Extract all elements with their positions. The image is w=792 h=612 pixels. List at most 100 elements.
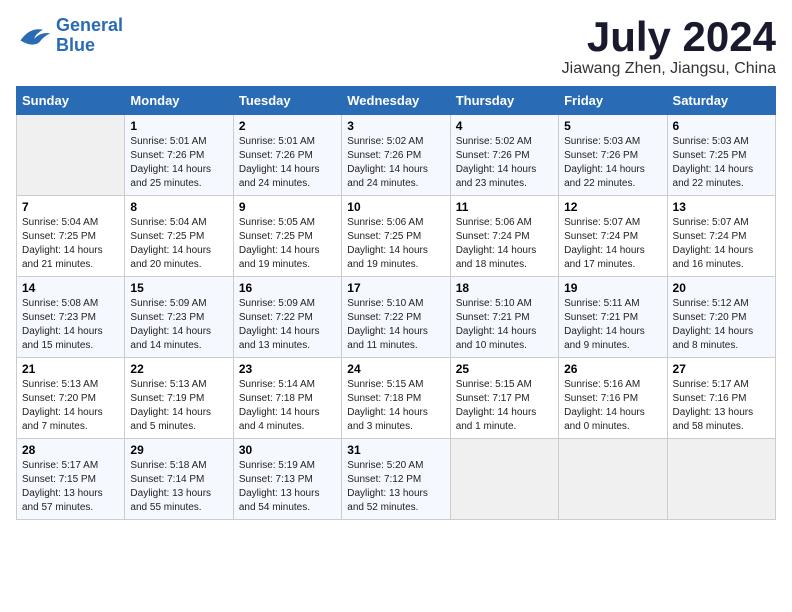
calendar-cell: 14Sunrise: 5:08 AM Sunset: 7:23 PM Dayli… xyxy=(17,277,125,358)
day-info: Sunrise: 5:03 AM Sunset: 7:26 PM Dayligh… xyxy=(564,135,661,191)
day-number: 28 xyxy=(22,443,119,457)
day-info: Sunrise: 5:07 AM Sunset: 7:24 PM Dayligh… xyxy=(673,216,770,272)
day-info: Sunrise: 5:15 AM Sunset: 7:17 PM Dayligh… xyxy=(456,378,553,434)
day-number: 1 xyxy=(130,119,227,133)
day-info: Sunrise: 5:19 AM Sunset: 7:13 PM Dayligh… xyxy=(239,459,336,515)
day-number: 23 xyxy=(239,362,336,376)
day-number: 22 xyxy=(130,362,227,376)
calendar-cell: 12 Sunrise: 5:07 AM Sunset: 7:24 PM Dayli… xyxy=(559,196,667,277)
day-number: 16 xyxy=(239,281,336,295)
header-saturday: Saturday xyxy=(667,87,775,115)
title-area: July 2024 Jiawang Zhen, Jiangsu, China xyxy=(562,16,776,78)
header-friday: Friday xyxy=(559,87,667,115)
calendar-cell: 8Sunrise: 5:04 AM Sunset: 7:25 PM Daylig… xyxy=(125,196,233,277)
calendar-cell xyxy=(667,439,775,520)
day-info: Sunrise: 5:16 AM Sunset: 7:16 PM Dayligh… xyxy=(564,378,661,434)
header-row: SundayMondayTuesdayWednesdayThursdayFrid… xyxy=(17,87,776,115)
calendar-cell: 27Sunrise: 5:17 AM Sunset: 7:16 PM Dayli… xyxy=(667,358,775,439)
day-number: 14 xyxy=(22,281,119,295)
calendar-cell: 19 Sunrise: 5:11 AM Sunset: 7:21 PM Dayli… xyxy=(559,277,667,358)
calendar-cell: 25 Sunrise: 5:15 AM Sunset: 7:17 PM Dayli… xyxy=(450,358,558,439)
calendar-cell: 28 Sunrise: 5:17 AM Sunset: 7:15 PM Dayli… xyxy=(17,439,125,520)
calendar-cell: 11 Sunrise: 5:06 AM Sunset: 7:24 PM Dayli… xyxy=(450,196,558,277)
logo: General Blue xyxy=(16,16,123,56)
calendar-row-4: 28 Sunrise: 5:17 AM Sunset: 7:15 PM Dayli… xyxy=(17,439,776,520)
day-info: Sunrise: 5:06 AM Sunset: 7:24 PM Dayligh… xyxy=(456,216,553,272)
calendar-row-0: 1Sunrise: 5:01 AM Sunset: 7:26 PM Daylig… xyxy=(17,115,776,196)
calendar-row-3: 21 Sunrise: 5:13 AM Sunset: 7:20 PM Dayli… xyxy=(17,358,776,439)
logo-icon xyxy=(16,22,52,50)
day-number: 21 xyxy=(22,362,119,376)
day-info: Sunrise: 5:09 AM Sunset: 7:22 PM Dayligh… xyxy=(239,297,336,353)
day-number: 20 xyxy=(673,281,770,295)
day-number: 19 xyxy=(564,281,661,295)
day-info: Sunrise: 5:04 AM Sunset: 7:25 PM Dayligh… xyxy=(22,216,119,272)
day-info: Sunrise: 5:10 AM Sunset: 7:22 PM Dayligh… xyxy=(347,297,444,353)
page-header: General Blue July 2024 Jiawang Zhen, Jia… xyxy=(16,16,776,78)
calendar-header: SundayMondayTuesdayWednesdayThursdayFrid… xyxy=(17,87,776,115)
calendar-body: 1Sunrise: 5:01 AM Sunset: 7:26 PM Daylig… xyxy=(17,115,776,520)
calendar-cell: 22 Sunrise: 5:13 AM Sunset: 7:19 PM Dayli… xyxy=(125,358,233,439)
logo-text: General Blue xyxy=(56,16,123,56)
day-number: 11 xyxy=(456,200,553,214)
calendar-cell: 18 Sunrise: 5:10 AM Sunset: 7:21 PM Dayli… xyxy=(450,277,558,358)
calendar-row-2: 14Sunrise: 5:08 AM Sunset: 7:23 PM Dayli… xyxy=(17,277,776,358)
day-number: 26 xyxy=(564,362,661,376)
day-info: Sunrise: 5:04 AM Sunset: 7:25 PM Dayligh… xyxy=(130,216,227,272)
calendar-cell: 30 Sunrise: 5:19 AM Sunset: 7:13 PM Dayli… xyxy=(233,439,341,520)
header-thursday: Thursday xyxy=(450,87,558,115)
calendar-cell: 10Sunrise: 5:06 AM Sunset: 7:25 PM Dayli… xyxy=(342,196,450,277)
month-title: July 2024 xyxy=(562,16,776,58)
day-info: Sunrise: 5:13 AM Sunset: 7:20 PM Dayligh… xyxy=(22,378,119,434)
day-number: 29 xyxy=(130,443,227,457)
calendar-row-1: 7 Sunrise: 5:04 AM Sunset: 7:25 PM Daylig… xyxy=(17,196,776,277)
day-info: Sunrise: 5:15 AM Sunset: 7:18 PM Dayligh… xyxy=(347,378,444,434)
calendar-cell: 3 Sunrise: 5:02 AM Sunset: 7:26 PM Daylig… xyxy=(342,115,450,196)
day-number: 4 xyxy=(456,119,553,133)
calendar-cell: 21 Sunrise: 5:13 AM Sunset: 7:20 PM Dayli… xyxy=(17,358,125,439)
day-number: 9 xyxy=(239,200,336,214)
calendar-table: SundayMondayTuesdayWednesdayThursdayFrid… xyxy=(16,86,776,520)
day-number: 30 xyxy=(239,443,336,457)
calendar-cell: 23Sunrise: 5:14 AM Sunset: 7:18 PM Dayli… xyxy=(233,358,341,439)
calendar-cell: 26 Sunrise: 5:16 AM Sunset: 7:16 PM Dayli… xyxy=(559,358,667,439)
day-number: 31 xyxy=(347,443,444,457)
day-info: Sunrise: 5:18 AM Sunset: 7:14 PM Dayligh… xyxy=(130,459,227,515)
calendar-cell: 4 Sunrise: 5:02 AM Sunset: 7:26 PM Daylig… xyxy=(450,115,558,196)
location-title: Jiawang Zhen, Jiangsu, China xyxy=(562,60,776,78)
day-info: Sunrise: 5:02 AM Sunset: 7:26 PM Dayligh… xyxy=(456,135,553,191)
day-info: Sunrise: 5:09 AM Sunset: 7:23 PM Dayligh… xyxy=(130,297,227,353)
day-number: 12 xyxy=(564,200,661,214)
day-number: 24 xyxy=(347,362,444,376)
day-info: Sunrise: 5:11 AM Sunset: 7:21 PM Dayligh… xyxy=(564,297,661,353)
day-number: 7 xyxy=(22,200,119,214)
calendar-cell xyxy=(450,439,558,520)
header-tuesday: Tuesday xyxy=(233,87,341,115)
day-info: Sunrise: 5:12 AM Sunset: 7:20 PM Dayligh… xyxy=(673,297,770,353)
calendar-cell: 7 Sunrise: 5:04 AM Sunset: 7:25 PM Daylig… xyxy=(17,196,125,277)
day-number: 2 xyxy=(239,119,336,133)
day-info: Sunrise: 5:03 AM Sunset: 7:25 PM Dayligh… xyxy=(673,135,770,191)
calendar-cell: 24 Sunrise: 5:15 AM Sunset: 7:18 PM Dayli… xyxy=(342,358,450,439)
day-number: 13 xyxy=(673,200,770,214)
calendar-cell: 2Sunrise: 5:01 AM Sunset: 7:26 PM Daylig… xyxy=(233,115,341,196)
day-info: Sunrise: 5:20 AM Sunset: 7:12 PM Dayligh… xyxy=(347,459,444,515)
day-info: Sunrise: 5:07 AM Sunset: 7:24 PM Dayligh… xyxy=(564,216,661,272)
day-info: Sunrise: 5:17 AM Sunset: 7:16 PM Dayligh… xyxy=(673,378,770,434)
calendar-cell: 9Sunrise: 5:05 AM Sunset: 7:25 PM Daylig… xyxy=(233,196,341,277)
calendar-cell: 5Sunrise: 5:03 AM Sunset: 7:26 PM Daylig… xyxy=(559,115,667,196)
day-number: 6 xyxy=(673,119,770,133)
day-info: Sunrise: 5:02 AM Sunset: 7:26 PM Dayligh… xyxy=(347,135,444,191)
calendar-cell: 13 Sunrise: 5:07 AM Sunset: 7:24 PM Dayli… xyxy=(667,196,775,277)
calendar-cell: 15Sunrise: 5:09 AM Sunset: 7:23 PM Dayli… xyxy=(125,277,233,358)
calendar-cell xyxy=(559,439,667,520)
day-number: 25 xyxy=(456,362,553,376)
day-number: 3 xyxy=(347,119,444,133)
day-number: 18 xyxy=(456,281,553,295)
day-info: Sunrise: 5:13 AM Sunset: 7:19 PM Dayligh… xyxy=(130,378,227,434)
header-sunday: Sunday xyxy=(17,87,125,115)
calendar-cell xyxy=(17,115,125,196)
calendar-cell: 31 Sunrise: 5:20 AM Sunset: 7:12 PM Dayli… xyxy=(342,439,450,520)
day-info: Sunrise: 5:10 AM Sunset: 7:21 PM Dayligh… xyxy=(456,297,553,353)
day-info: Sunrise: 5:17 AM Sunset: 7:15 PM Dayligh… xyxy=(22,459,119,515)
